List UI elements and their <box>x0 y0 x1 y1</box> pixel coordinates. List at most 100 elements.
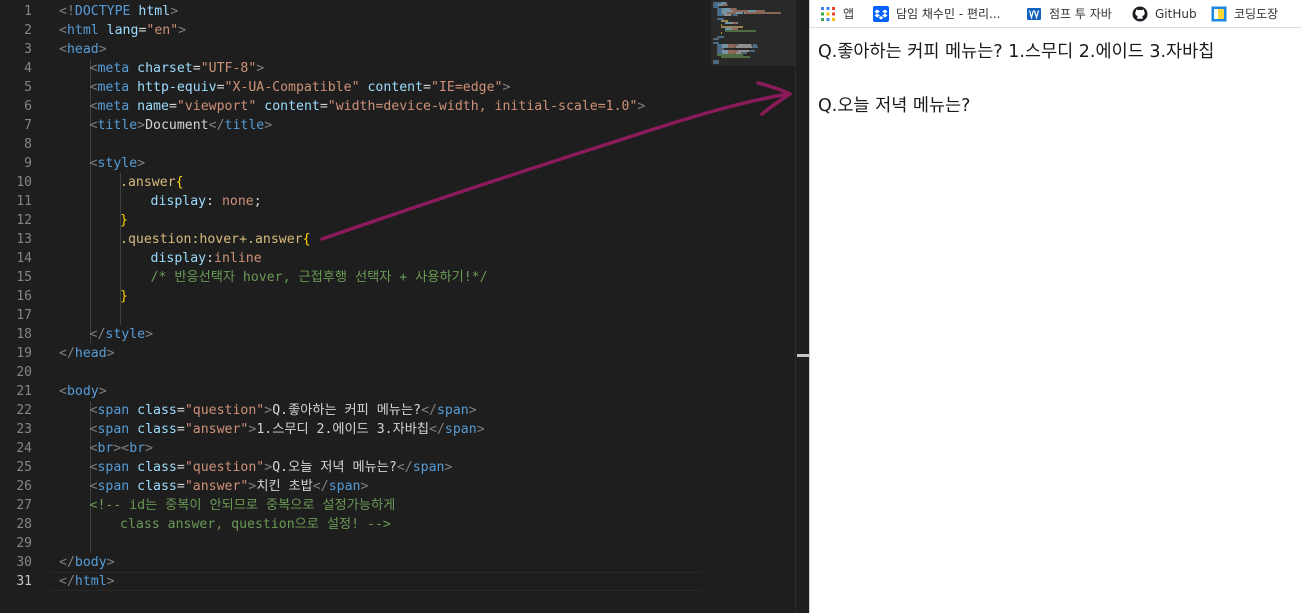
minimap-glyph <box>746 52 748 54</box>
book-icon <box>1027 8 1041 20</box>
bookmark-label: 담임 채수민 - 편리... <box>896 7 1001 21</box>
code-line[interactable]: <style> <box>90 154 146 173</box>
line-number: 24 <box>16 441 32 456</box>
line-number: 29 <box>16 536 32 551</box>
code-line[interactable]: display:inline <box>151 249 262 268</box>
bookmark-label: 점프 투 자바 <box>1049 7 1112 21</box>
bookmark-apps[interactable]: 앱 <box>820 0 854 28</box>
code-line[interactable]: </style> <box>90 325 154 344</box>
line-number: 2 <box>24 23 32 38</box>
code-line[interactable]: <html lang="en"> <box>59 21 186 40</box>
bookmark-label: GitHub <box>1155 7 1197 21</box>
bookmarks-bar: 앱 담임 채수민 - 편리... 점프 투 자바 GitHub 코딩도장 <box>810 0 1301 28</box>
code-line[interactable]: </body> <box>59 553 115 572</box>
code-line[interactable]: <body> <box>59 382 107 401</box>
line-number: 20 <box>16 365 32 380</box>
code-line[interactable]: <title>Document</title> <box>90 116 273 135</box>
minimap[interactable] <box>711 0 795 66</box>
code-line[interactable]: <!DOCTYPE html> <box>59 2 178 21</box>
code-line[interactable]: </head> <box>59 344 115 363</box>
scrollbar-cursor-marker <box>797 354 809 357</box>
code-line[interactable]: <meta http-equiv="X-UA-Compatible" conte… <box>90 78 511 97</box>
code-line[interactable]: /* 반응선택자 hover, 근접후행 선택자 + 사용하기!*/ <box>151 268 488 287</box>
code-line[interactable]: <br><br> <box>90 439 154 458</box>
line-number: 25 <box>16 460 32 475</box>
browser-window: 앱 담임 채수민 - 편리... 점프 투 자바 GitHub 코딩도장 Q.좋… <box>810 0 1301 613</box>
line-number: 13 <box>16 232 32 247</box>
code-line[interactable]: display: none; <box>151 192 262 211</box>
minimap-glyph <box>754 50 756 52</box>
line-number: 23 <box>16 422 32 437</box>
line-number: 14 <box>16 251 32 266</box>
line-number: 7 <box>24 118 32 133</box>
line-number: 18 <box>16 327 32 342</box>
line-number: 17 <box>16 308 32 323</box>
dropbox-icon <box>873 6 889 22</box>
code-line[interactable]: .question:hover+.answer{ <box>120 230 311 249</box>
code-line[interactable]: <!-- id는 중복이 안되므로 중복으로 설정가능하게 <box>90 496 396 515</box>
line-number: 21 <box>16 384 32 399</box>
line-number: 1 <box>24 4 32 19</box>
code-area[interactable]: <!DOCTYPE html> <html lang="en"> <head> <me… <box>59 0 709 613</box>
minimap-glyph <box>779 12 781 14</box>
line-number: 10 <box>16 175 32 190</box>
question-row-1: Q.좋아하는 커피 메뉴는? 1.스무디 2.에이드 3.자바칩 <box>818 38 1214 66</box>
line-number-gutter: 1 2 3 4 5 6 7 8 9 10 11 12 13 14 15 16 17 18 19 20 21 22 23 24 2… <box>0 0 44 613</box>
code-line[interactable]: <span class="answer">치킨 초밥</span> <box>90 477 369 496</box>
bookmark-label: 코딩도장 <box>1234 7 1279 21</box>
code-editor[interactable]: 1 2 3 4 5 6 7 8 9 10 11 12 13 14 15 16 17 18 19 20 21 22 23 24 2… <box>0 0 795 613</box>
apps-grid-icon <box>821 7 835 21</box>
bookmark-coding-dojang[interactable]: 코딩도장 <box>1211 0 1278 28</box>
code-line[interactable]: <span class="question">Q.좋아하는 커피 메뉴는?</s… <box>90 401 477 420</box>
minimap-glyph <box>718 62 720 64</box>
line-number: 9 <box>24 156 32 171</box>
code-line[interactable]: } <box>120 287 128 306</box>
line-number: 5 <box>24 80 32 95</box>
code-line[interactable]: class answer, question으로 설정! --> <box>120 515 391 534</box>
code-line[interactable]: <meta name="viewport" content="width=dev… <box>90 97 646 116</box>
question-text[interactable]: Q.오늘 저녁 메뉴는? <box>818 96 970 116</box>
line-number: 12 <box>16 213 32 228</box>
code-line[interactable]: <head> <box>59 40 107 59</box>
line-number: 15 <box>16 270 32 285</box>
bookmark-github[interactable]: GitHub <box>1132 0 1197 28</box>
github-icon <box>1132 6 1148 22</box>
minimap-glyph <box>728 46 736 48</box>
bookmark-dropbox[interactable]: 담임 채수민 - 편리... <box>873 0 1001 28</box>
line-number: 26 <box>16 479 32 494</box>
code-line[interactable]: <span class="answer">1.스무디 2.에이드 3.자바칩</… <box>90 420 485 439</box>
code-line[interactable]: .answer{ <box>120 173 184 192</box>
bookmark-label: 앱 <box>843 7 855 21</box>
question-row-2: Q.오늘 저녁 메뉴는? <box>818 92 970 120</box>
code-line[interactable]: </html> <box>59 572 115 591</box>
line-number: 8 <box>24 137 32 152</box>
editor-scrollbar[interactable] <box>795 0 809 613</box>
minimap-glyph <box>723 36 725 38</box>
minimap-glyph <box>721 32 722 34</box>
line-number: 27 <box>16 498 32 513</box>
minimap-glyph <box>737 14 738 16</box>
minimap-glyph <box>721 56 750 58</box>
bookmark-jump-to-java[interactable]: 점프 투 자바 <box>1026 0 1112 28</box>
minimap-glyph <box>736 46 752 48</box>
minimap-glyph <box>736 22 738 24</box>
code-line[interactable]: } <box>120 211 128 230</box>
minimap-glyph <box>741 26 743 28</box>
minimap-glyph <box>744 12 780 14</box>
question-text[interactable]: Q.좋아하는 커피 메뉴는? <box>818 42 1003 62</box>
line-number: 16 <box>16 289 32 304</box>
code-line[interactable]: <meta charset="UTF-8"> <box>90 59 265 78</box>
minimap-glyph <box>757 46 758 48</box>
minimap-glyph <box>725 30 756 32</box>
answer-text: 1.스무디 2.에이드 3.자바칩 <box>1008 42 1215 62</box>
line-number: 4 <box>24 61 32 76</box>
line-number: 22 <box>16 403 32 418</box>
minimap-glyph <box>726 4 728 6</box>
line-number: 3 <box>24 42 32 57</box>
line-number: 31 <box>16 574 32 589</box>
line-number: 30 <box>16 555 32 570</box>
code-line[interactable]: <span class="question">Q.오늘 저녁 메뉴는?</spa… <box>90 458 453 477</box>
line-number: 6 <box>24 99 32 114</box>
minimap-glyph <box>718 38 720 40</box>
line-number: 19 <box>16 346 32 361</box>
